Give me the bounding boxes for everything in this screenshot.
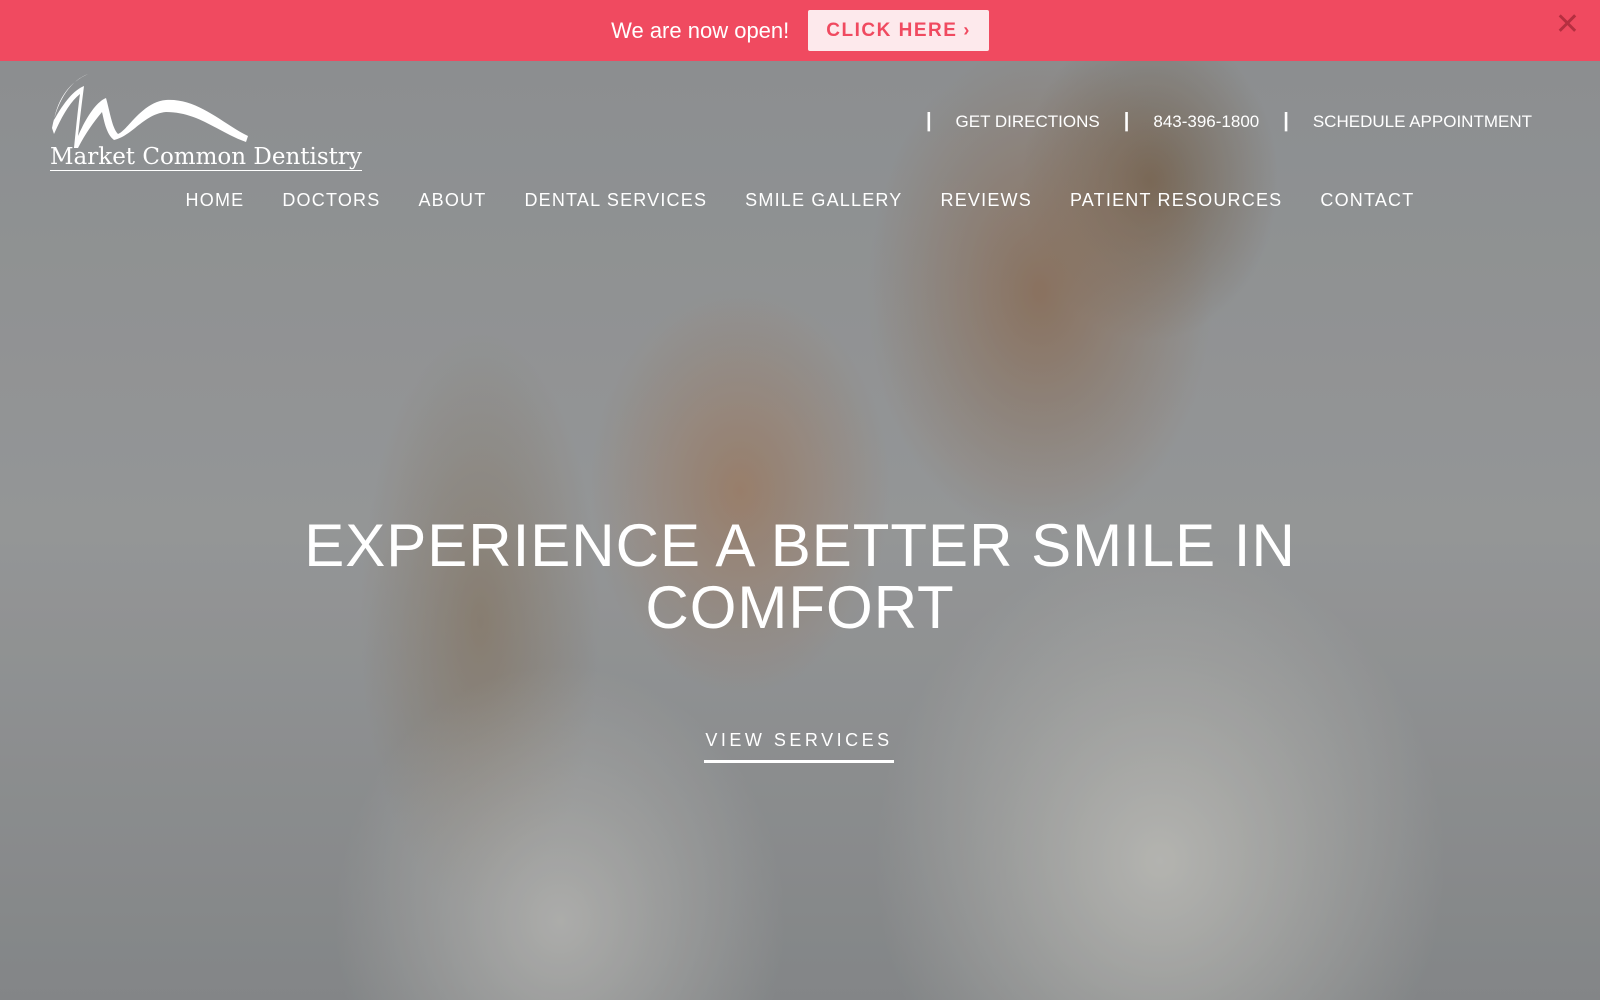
logo-wordmark: Market Common Dentistry <box>50 144 362 171</box>
close-icon[interactable]: ✕ <box>1555 10 1580 40</box>
main-nav: HOME DOCTORS ABOUT DENTAL SERVICES SMILE… <box>0 190 1600 211</box>
announcement-text: We are now open! <box>611 17 790 43</box>
announcement-bar: We are now open! CLICK HERE › ✕ <box>0 0 1600 61</box>
click-here-label: CLICK HERE <box>826 19 958 41</box>
utility-links: | GET DIRECTIONS | 843-396-1800 | SCHEDU… <box>902 110 1532 133</box>
nav-item-reviews[interactable]: REVIEWS <box>941 190 1032 211</box>
nav-item-dental-services[interactable]: DENTAL SERVICES <box>524 190 707 211</box>
schedule-appointment-link[interactable]: SCHEDULE APPOINTMENT <box>1313 112 1532 132</box>
hero-headline-line2: COMFORT <box>645 574 955 641</box>
click-here-button[interactable]: CLICK HERE › <box>808 10 989 51</box>
logo-mark-icon <box>52 74 248 148</box>
nav-item-contact[interactable]: CONTACT <box>1320 190 1414 211</box>
utility-separator: | <box>1283 110 1289 132</box>
nav-item-patient-resources[interactable]: PATIENT RESOURCES <box>1070 190 1282 211</box>
hero-headline: EXPERIENCE A BETTER SMILE IN COMFORT <box>0 515 1600 639</box>
nav-item-about[interactable]: ABOUT <box>418 190 486 211</box>
phone-link[interactable]: 843-396-1800 <box>1153 112 1259 132</box>
get-directions-link[interactable]: GET DIRECTIONS <box>956 112 1100 132</box>
nav-item-smile-gallery[interactable]: SMILE GALLERY <box>745 190 902 211</box>
utility-separator: | <box>1123 110 1130 132</box>
site-logo[interactable]: Market Common Dentistry <box>48 72 362 184</box>
utility-separator: | <box>925 110 932 132</box>
view-services-button[interactable]: VIEW SERVICES <box>704 730 894 763</box>
hero-headline-line1: EXPERIENCE A BETTER SMILE IN <box>304 512 1296 579</box>
chevron-right-icon: › <box>963 20 971 40</box>
nav-item-home[interactable]: HOME <box>186 190 245 211</box>
nav-item-doctors[interactable]: DOCTORS <box>282 190 380 211</box>
